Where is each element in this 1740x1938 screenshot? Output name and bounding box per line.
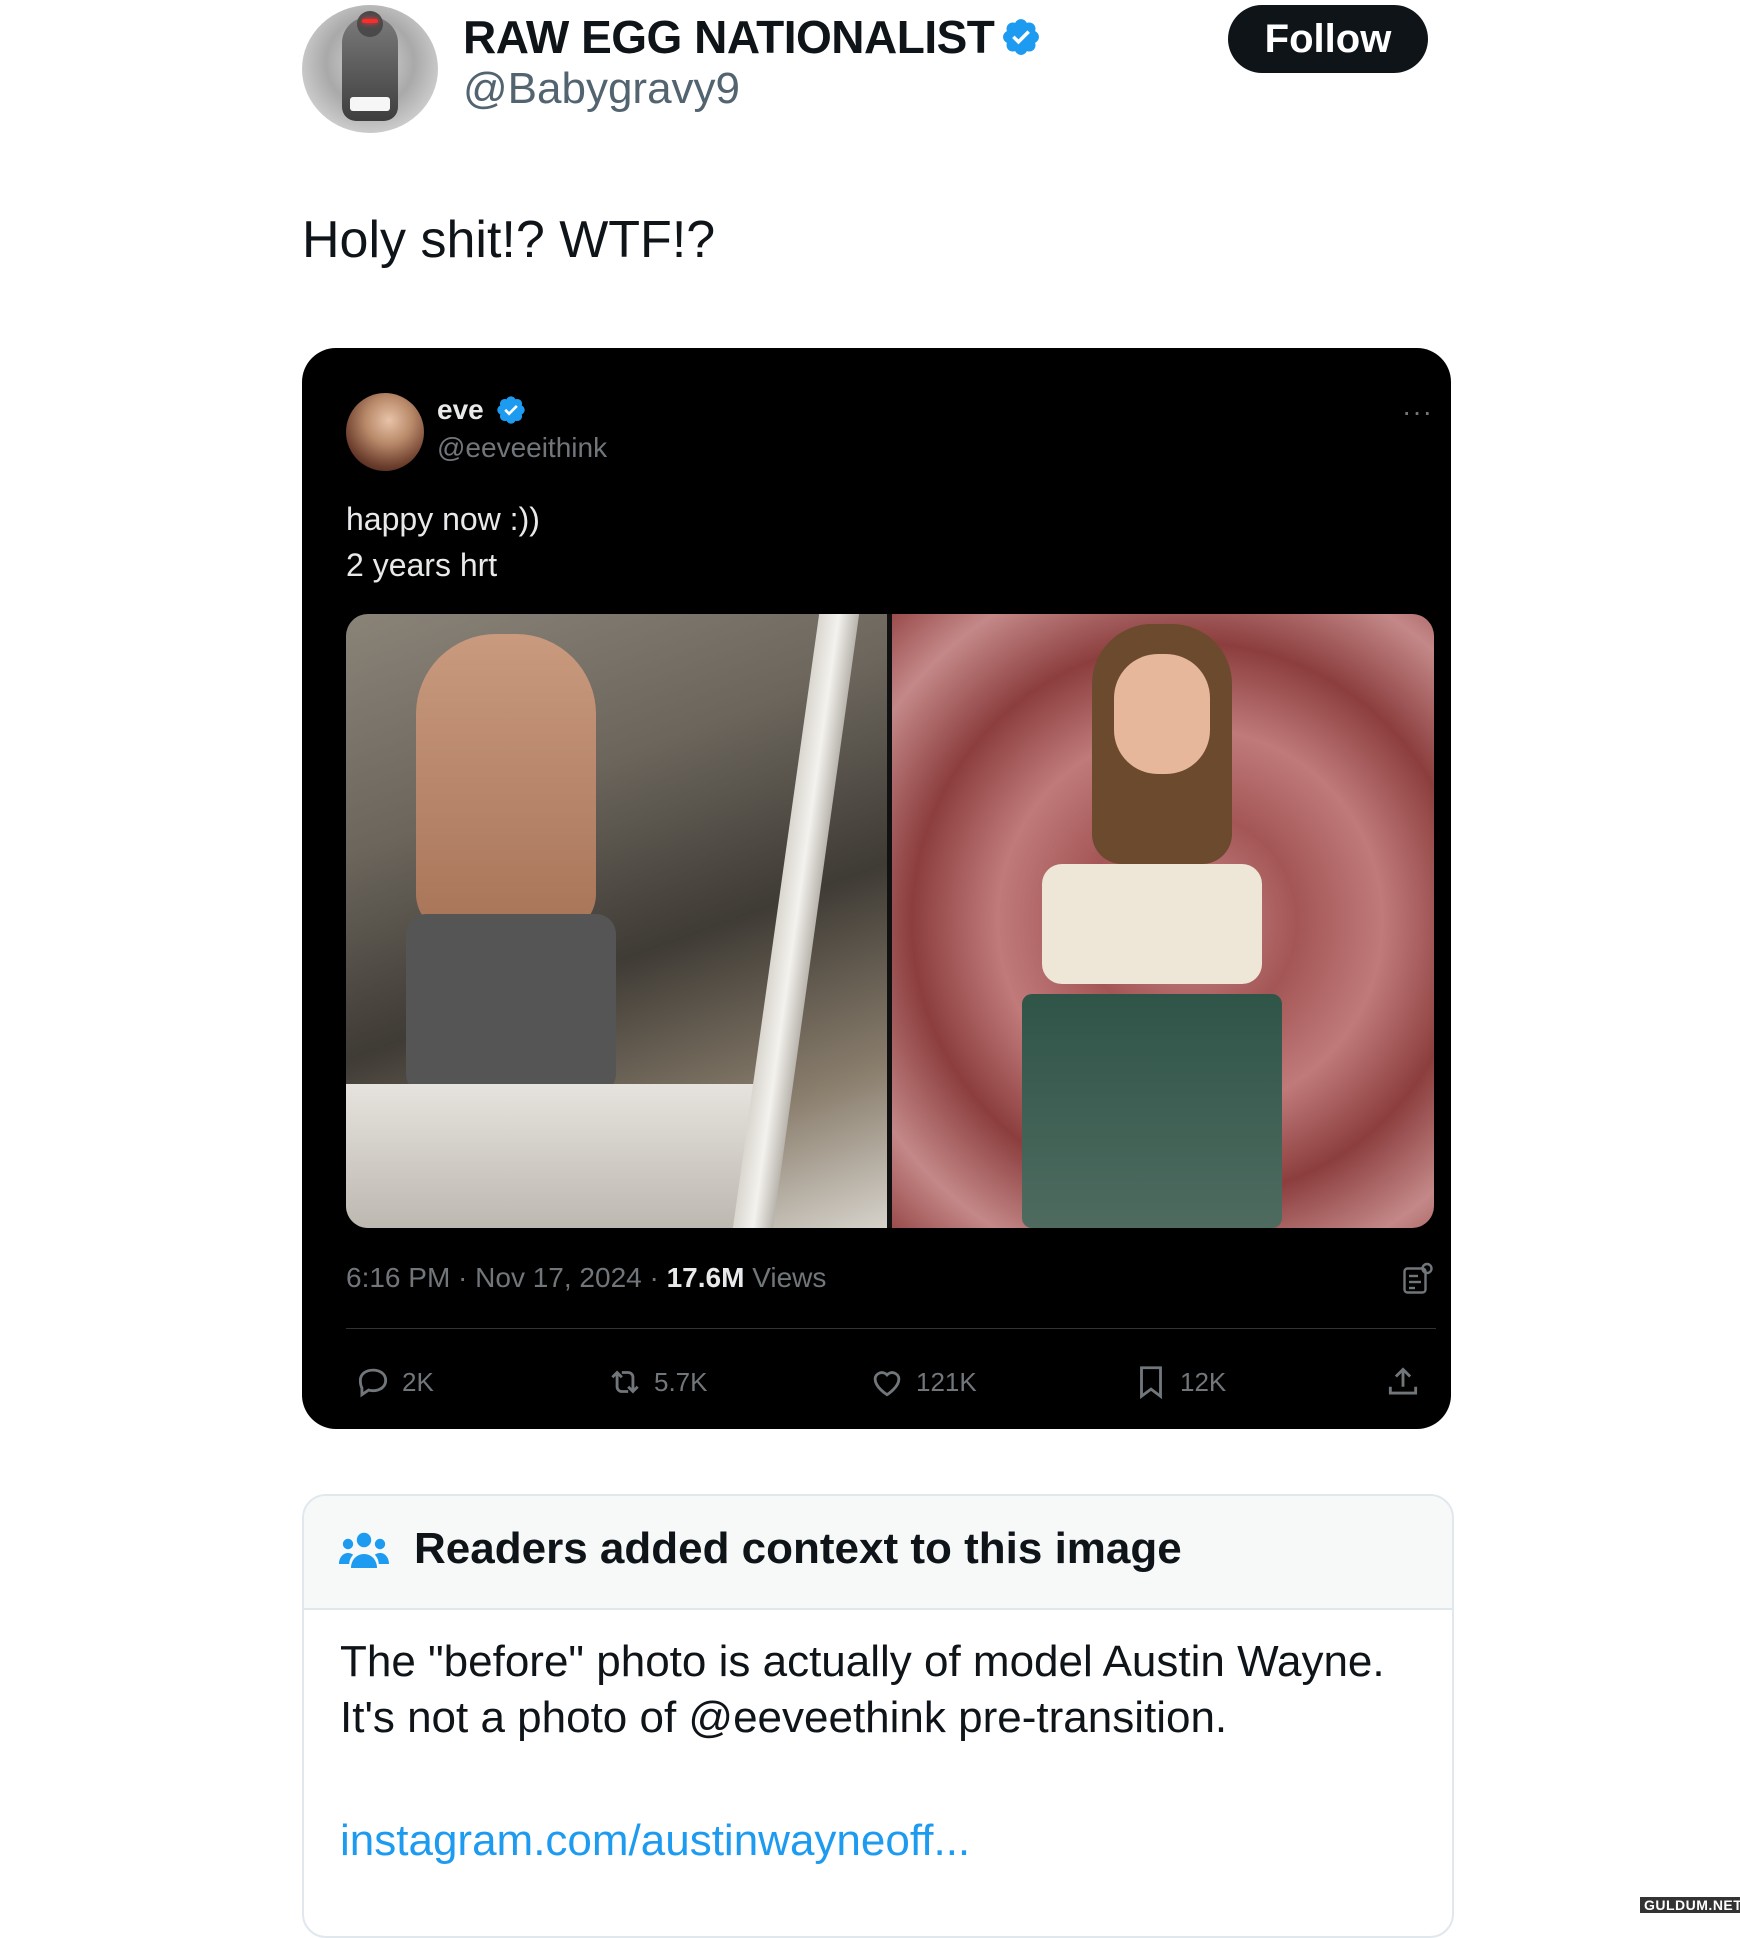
reply-icon: [358, 1368, 388, 1398]
community-note-header: Readers added context to this image: [304, 1496, 1452, 1610]
author-avatar[interactable]: [302, 5, 438, 133]
reply-count: 2K: [402, 1366, 434, 1397]
watermark: GULDUM.NET: [1640, 1897, 1740, 1913]
views-label: Views: [744, 1262, 827, 1293]
bookmark-count: 12K: [1180, 1366, 1227, 1397]
author-name[interactable]: RAW EGG NATIONALIST: [463, 10, 995, 64]
views-count: 17.6M: [666, 1262, 745, 1293]
community-notes-icon: [339, 1532, 389, 1568]
repost-button[interactable]: 5.7K: [606, 1362, 708, 1402]
quoted-author-handle[interactable]: @eeveeithink: [437, 432, 607, 464]
share-button[interactable]: [1384, 1362, 1432, 1402]
community-note-title: Readers added context to this image: [414, 1524, 1182, 1573]
author-handle[interactable]: @Babygravy9: [463, 64, 740, 114]
quoted-text-line2: 2 years hrt: [346, 547, 498, 583]
quoted-author-name[interactable]: eve: [437, 394, 484, 426]
community-note-body: The "before" photo is actually of model …: [340, 1637, 1385, 1742]
quoted-media[interactable]: [346, 614, 1434, 1228]
community-note-link[interactable]: instagram.com/austinwayneoff...: [340, 1816, 970, 1866]
repost-icon: [611, 1370, 639, 1394]
reply-button[interactable]: 2K: [354, 1362, 434, 1402]
quoted-tweet-card[interactable]: eve @eeveeithink ··· happy now :)) 2 yea…: [302, 348, 1451, 1429]
divider: [346, 1328, 1436, 1329]
like-icon: [873, 1371, 901, 1397]
analytics-icon[interactable]: [1400, 1261, 1436, 1297]
quoted-avatar[interactable]: [346, 393, 424, 471]
verified-icon: [1003, 19, 1039, 55]
after-photo[interactable]: [892, 614, 1434, 1228]
quoted-timestamp[interactable]: 6:16 PM · Nov 17, 2024 ·: [346, 1262, 667, 1293]
tweet-text: Holy shit!? WTF!?: [302, 211, 716, 269]
bookmark-icon: [1140, 1366, 1162, 1400]
bookmark-button[interactable]: 12K: [1132, 1362, 1226, 1402]
quoted-text-line1: happy now :)): [346, 501, 540, 537]
like-count: 121K: [916, 1366, 977, 1397]
community-note: Readers added context to this image The …: [302, 1494, 1454, 1938]
like-button[interactable]: 121K: [868, 1362, 977, 1402]
follow-button[interactable]: Follow: [1228, 5, 1428, 73]
verified-icon: [497, 396, 525, 424]
quoted-meta: 6:16 PM · Nov 17, 2024 · 17.6M Views: [346, 1262, 826, 1294]
repost-count: 5.7K: [654, 1366, 708, 1397]
more-icon[interactable]: ···: [1402, 396, 1433, 428]
before-photo[interactable]: [346, 614, 887, 1228]
share-icon: [1388, 1367, 1418, 1395]
